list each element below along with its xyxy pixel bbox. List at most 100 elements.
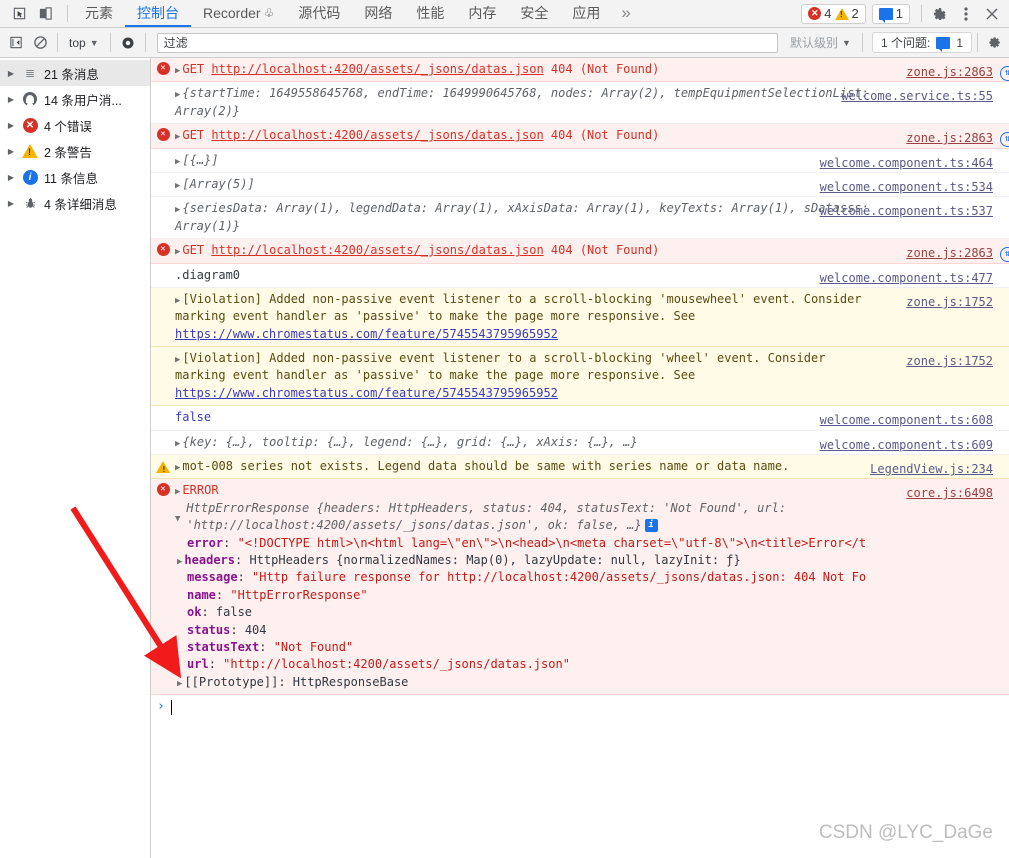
tab-sources[interactable]: 源代码 bbox=[286, 0, 352, 27]
console-row-text[interactable]: .diagram0 welcome.component.ts:477 bbox=[151, 263, 1009, 288]
more-tabs-button[interactable]: » bbox=[612, 0, 639, 27]
console-prompt[interactable]: › bbox=[151, 695, 1009, 736]
disclosure-triangle-icon[interactable]: ▶ bbox=[175, 132, 180, 142]
source-link[interactable]: core.js:6498 bbox=[906, 485, 993, 502]
sidebar-item-errors[interactable]: ▶ ✕ 4 个错误 bbox=[0, 112, 150, 138]
device-toolbar-icon[interactable] bbox=[32, 1, 58, 27]
network-request-icon[interactable]: ⇅ bbox=[1000, 247, 1009, 263]
console-row-object[interactable]: ▶ {key: {…}, tooltip: {…}, legend: {…}, g… bbox=[151, 430, 1009, 456]
error-warning-counter[interactable]: ✕ 4 2 bbox=[801, 3, 866, 24]
disclosure-triangle-icon[interactable]: ▶ bbox=[175, 247, 180, 257]
issues-button[interactable]: 1 个问题: 1 bbox=[871, 32, 972, 53]
source-link[interactable]: welcome.component.ts:609 bbox=[820, 437, 993, 454]
filter-input[interactable]: 过滤 bbox=[156, 32, 779, 53]
source-link[interactable]: zone.js:2863 ⇅ bbox=[906, 130, 1009, 148]
tab-security[interactable]: 安全 bbox=[508, 0, 560, 27]
violation-link[interactable]: https://www.chromestatus.com/feature/574… bbox=[175, 386, 558, 400]
console-row-object[interactable]: ▶ [Array(5)] welcome.component.ts:534 bbox=[151, 172, 1009, 198]
disclosure-triangle-icon[interactable]: ▶ bbox=[175, 463, 180, 473]
disclosure-triangle-icon[interactable]: ▶ bbox=[177, 557, 182, 567]
filter-divider-1 bbox=[57, 33, 58, 52]
console-row-network-error[interactable]: ✕ ▶ GET http://localhost:4200/assets/_jso… bbox=[151, 124, 1009, 149]
source-link[interactable]: zone.js:1752 bbox=[906, 294, 993, 311]
console-row-object[interactable]: ▶ [{…}] welcome.component.ts:464 bbox=[151, 148, 1009, 173]
sidebar-item-user-messages[interactable]: ▶ 14 条用户消... bbox=[0, 86, 150, 112]
inspect-element-icon[interactable] bbox=[6, 1, 32, 27]
network-request-icon[interactable]: ⇅ bbox=[1000, 132, 1009, 148]
error-property-prototype: ▶ [[Prototype]]: HttpResponseBase bbox=[177, 674, 409, 689]
no-entry-icon[interactable] bbox=[28, 31, 52, 55]
error-icon: ✕ bbox=[808, 7, 822, 20]
sidebar-item-verbose[interactable]: ▶ 4 条详细消息 bbox=[0, 190, 150, 216]
disclosure-triangle-icon[interactable]: ▶ bbox=[175, 487, 180, 497]
sidebar-item-label: 4 条详细消息 bbox=[44, 197, 117, 212]
close-icon[interactable] bbox=[979, 1, 1005, 27]
request-url[interactable]: http://localhost:4200/assets/_jsons/data… bbox=[211, 62, 543, 76]
source-link[interactable]: welcome.service.ts:55 bbox=[841, 88, 993, 105]
console-row-http-error-expanded[interactable]: ✕ ▶ ERROR core.js:6498 ▼ HttpErrorRespons… bbox=[151, 479, 1009, 696]
tab-recorder[interactable]: Recorder ♧ bbox=[191, 0, 286, 27]
kebab-menu-icon[interactable] bbox=[953, 1, 979, 27]
tab-performance[interactable]: 性能 bbox=[404, 0, 456, 27]
source-link[interactable]: LegendView.js:234 bbox=[870, 461, 993, 478]
console-settings-icon[interactable] bbox=[983, 35, 1005, 50]
disclosure-triangle-icon[interactable]: ▶ bbox=[175, 439, 180, 449]
chevron-right-icon[interactable]: ▶ bbox=[6, 69, 16, 78]
source-link[interactable]: welcome.component.ts:608 bbox=[820, 412, 993, 429]
issues-counter[interactable]: 1 bbox=[871, 3, 910, 24]
source-link[interactable]: zone.js:2863 ⇅ bbox=[906, 64, 1009, 81]
info-icon[interactable]: i bbox=[644, 519, 658, 533]
source-link[interactable]: welcome.component.ts:477 bbox=[820, 270, 993, 287]
tab-console[interactable]: 控制台 bbox=[125, 0, 191, 27]
disclosure-triangle-icon[interactable]: ▶ bbox=[175, 355, 180, 365]
disclosure-triangle-icon[interactable]: ▶ bbox=[175, 157, 180, 167]
network-request-icon[interactable]: ⇅ bbox=[1000, 66, 1009, 81]
tab-application[interactable]: 应用 bbox=[560, 0, 612, 27]
console-row-network-error[interactable]: ✕ ▶ GET http://localhost:4200/assets/_jso… bbox=[151, 239, 1009, 264]
request-url[interactable]: http://localhost:4200/assets/_jsons/data… bbox=[211, 243, 543, 257]
tab-network[interactable]: 网络 bbox=[352, 0, 404, 27]
disclosure-triangle-icon[interactable]: ▶ bbox=[175, 296, 180, 306]
tab-elements[interactable]: 元素 bbox=[73, 0, 125, 27]
console-row-legend-warning[interactable]: ▶mot-008 series not exists. Legend data … bbox=[151, 455, 1009, 480]
disclosure-triangle-icon[interactable]: ▶ bbox=[175, 181, 180, 191]
console-row-object[interactable]: ▶ {startTime: 1649558645768, endTime: 164… bbox=[151, 82, 1009, 125]
source-link[interactable]: welcome.component.ts:534 bbox=[820, 179, 993, 196]
row-body: ▶ {startTime: 1649558645768, endTime: 164… bbox=[175, 85, 1001, 120]
console-row-network-error[interactable]: ✕ ▶ GET http://localhost:4200/assets/_jso… bbox=[151, 58, 1009, 83]
console-row-object[interactable]: ▶ {seriesData: Array(1), legendData: Arra… bbox=[151, 197, 1009, 240]
sidebar-item-label: 4 个错误 bbox=[44, 119, 92, 134]
chevron-right-icon[interactable]: ▶ bbox=[6, 199, 16, 208]
source-link[interactable]: zone.js:2863 ⇅ bbox=[906, 245, 1009, 263]
source-link[interactable]: welcome.component.ts:537 bbox=[820, 203, 993, 220]
source-link[interactable]: zone.js:1752 bbox=[906, 353, 993, 370]
disclosure-triangle-icon[interactable]: ▶ bbox=[177, 679, 182, 689]
violation-link[interactable]: https://www.chromestatus.com/feature/574… bbox=[175, 327, 558, 341]
disclosure-triangle-icon[interactable]: ▶ bbox=[175, 90, 180, 100]
log-level-selector[interactable]: 默认级别 ▼ bbox=[784, 34, 857, 51]
tab-memory[interactable]: 内存 bbox=[456, 0, 508, 27]
flask-icon: ♧ bbox=[263, 5, 275, 20]
property-key: ok bbox=[187, 605, 202, 620]
live-expression-eye-icon[interactable] bbox=[116, 31, 140, 55]
property-key: url bbox=[187, 657, 209, 672]
disclosure-triangle-open-icon[interactable]: ▼ bbox=[175, 500, 180, 535]
chevron-right-icon[interactable]: ▶ bbox=[6, 95, 16, 104]
request-url[interactable]: http://localhost:4200/assets/_jsons/data… bbox=[211, 128, 543, 142]
chevron-right-icon[interactable]: ▶ bbox=[6, 121, 16, 130]
gear-icon[interactable] bbox=[927, 1, 953, 27]
sidebar-item-all-messages[interactable]: ▶ ≣ 21 条消息 bbox=[0, 60, 150, 86]
execution-context-selector[interactable]: top ▼ bbox=[63, 32, 105, 54]
console-row-violation-mousewheel[interactable]: ▶ [Violation] Added non-passive event lis… bbox=[151, 287, 1009, 348]
console-row-violation-wheel[interactable]: ▶ [Violation] Added non-passive event lis… bbox=[151, 347, 1009, 407]
console-row-boolean[interactable]: false welcome.component.ts:608 bbox=[151, 406, 1009, 431]
disclosure-triangle-icon[interactable]: ▶ bbox=[175, 205, 180, 215]
disclosure-triangle-icon[interactable]: ▶ bbox=[175, 66, 180, 76]
source-link[interactable]: welcome.component.ts:464 bbox=[820, 155, 993, 172]
clear-console-icon[interactable] bbox=[4, 31, 28, 55]
chevron-right-icon[interactable]: ▶ bbox=[6, 173, 16, 182]
chevron-right-icon[interactable]: ▶ bbox=[6, 147, 16, 156]
sidebar-item-warnings[interactable]: ▶ 2 条警告 bbox=[0, 138, 150, 164]
console-message-list[interactable]: ✕ ▶ GET http://localhost:4200/assets/_jso… bbox=[151, 58, 1009, 858]
sidebar-item-info[interactable]: ▶ i 11 条信息 bbox=[0, 164, 150, 190]
